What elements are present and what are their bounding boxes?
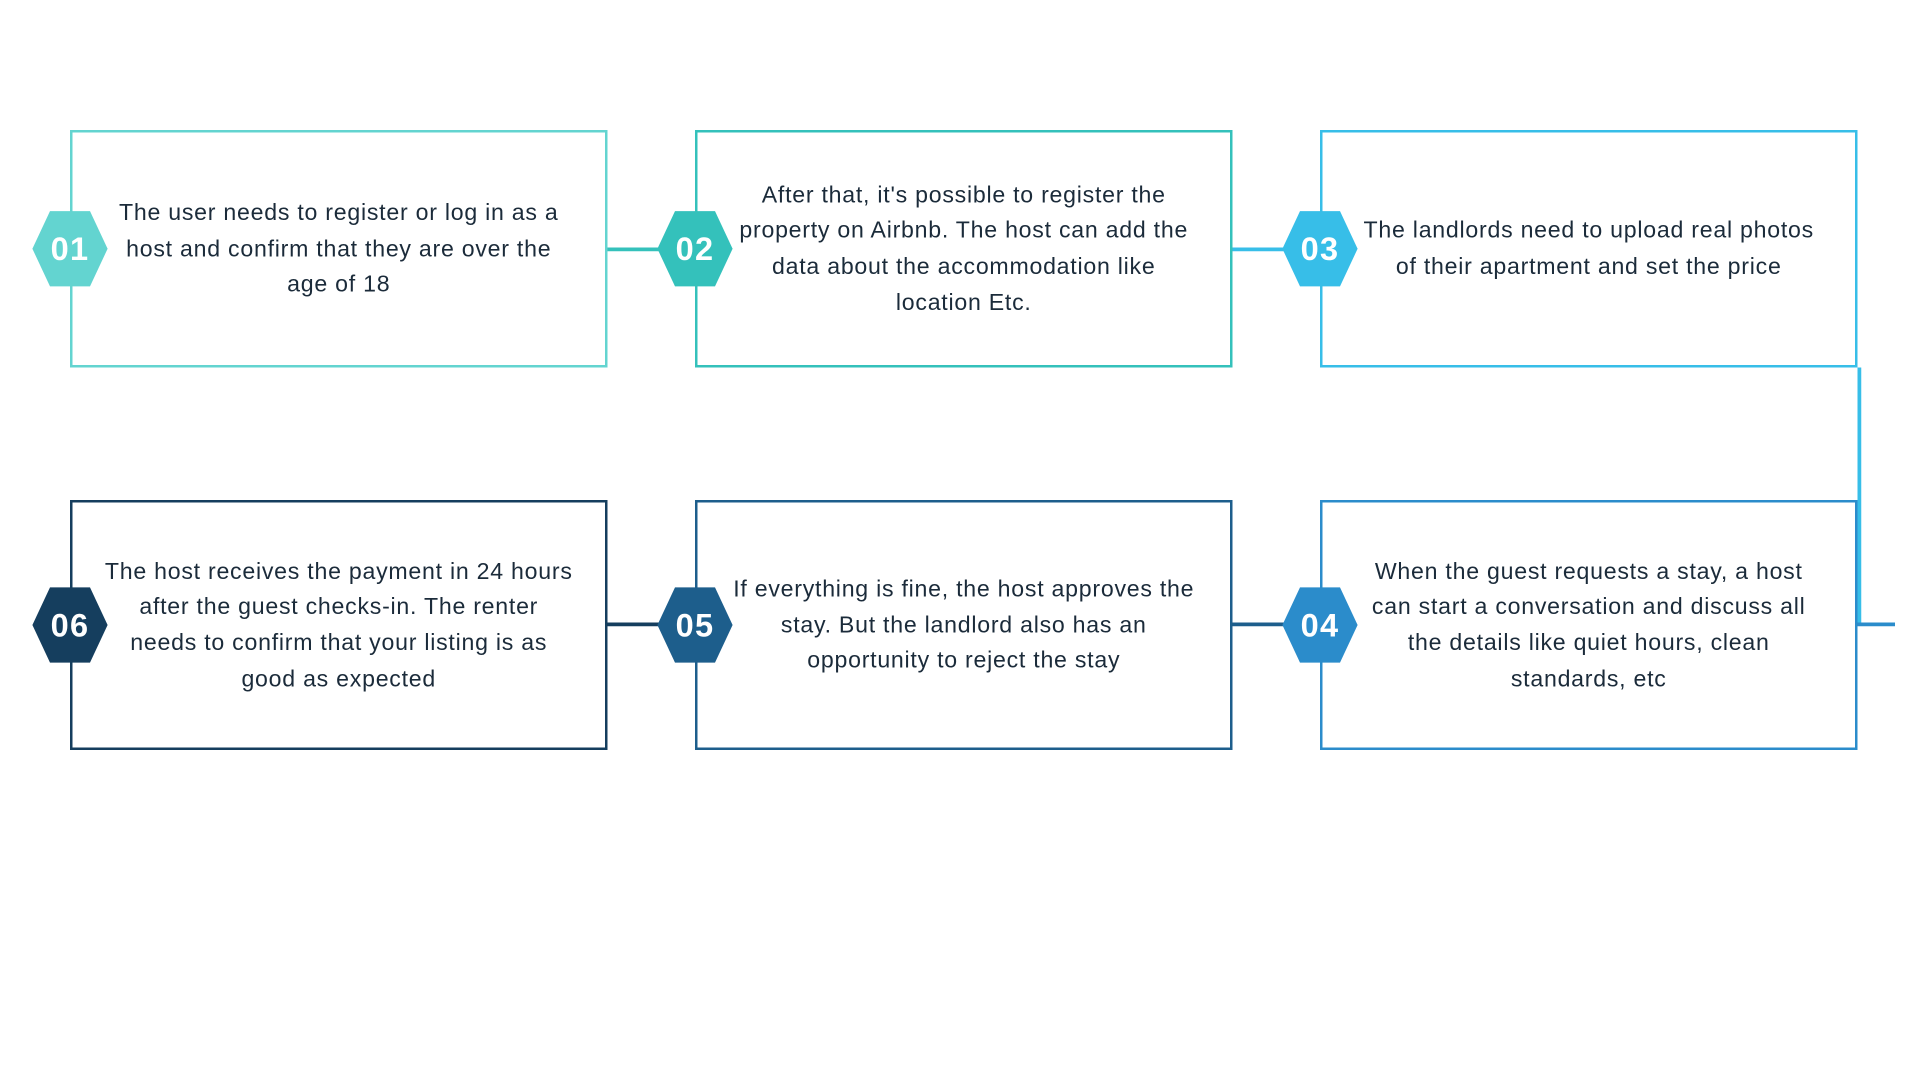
connector-4 (1858, 623, 1896, 626)
step-05: If everything is fine, the host approves… (695, 500, 1233, 750)
step-06-text: The host receives the payment in 24 hour… (73, 553, 606, 696)
step-01-text: The user needs to register or log in as … (73, 195, 606, 303)
step-01: The user needs to register or log in as … (70, 130, 608, 368)
step-03: The landlords need to upload real photos… (1320, 130, 1858, 368)
step-02: After that, it's possible to register th… (695, 130, 1233, 368)
step-04-text: When the guest requests a stay, a host c… (1323, 553, 1856, 696)
step-03-text: The landlords need to upload real photos… (1323, 213, 1856, 285)
connector-3 (1858, 368, 1861, 626)
step-06: The host receives the payment in 24 hour… (70, 500, 608, 750)
step-02-text: After that, it's possible to register th… (698, 177, 1231, 320)
process-diagram: The user needs to register or log in as … (0, 0, 1920, 1080)
step-06-number: 06 (51, 606, 90, 645)
step-04: When the guest requests a stay, a host c… (1320, 500, 1858, 750)
step-02-number: 02 (676, 229, 715, 268)
step-01-number: 01 (51, 229, 90, 268)
step-04-number: 04 (1301, 606, 1340, 645)
step-03-number: 03 (1301, 229, 1340, 268)
step-05-text: If everything is fine, the host approves… (698, 571, 1231, 679)
step-05-number: 05 (676, 606, 715, 645)
